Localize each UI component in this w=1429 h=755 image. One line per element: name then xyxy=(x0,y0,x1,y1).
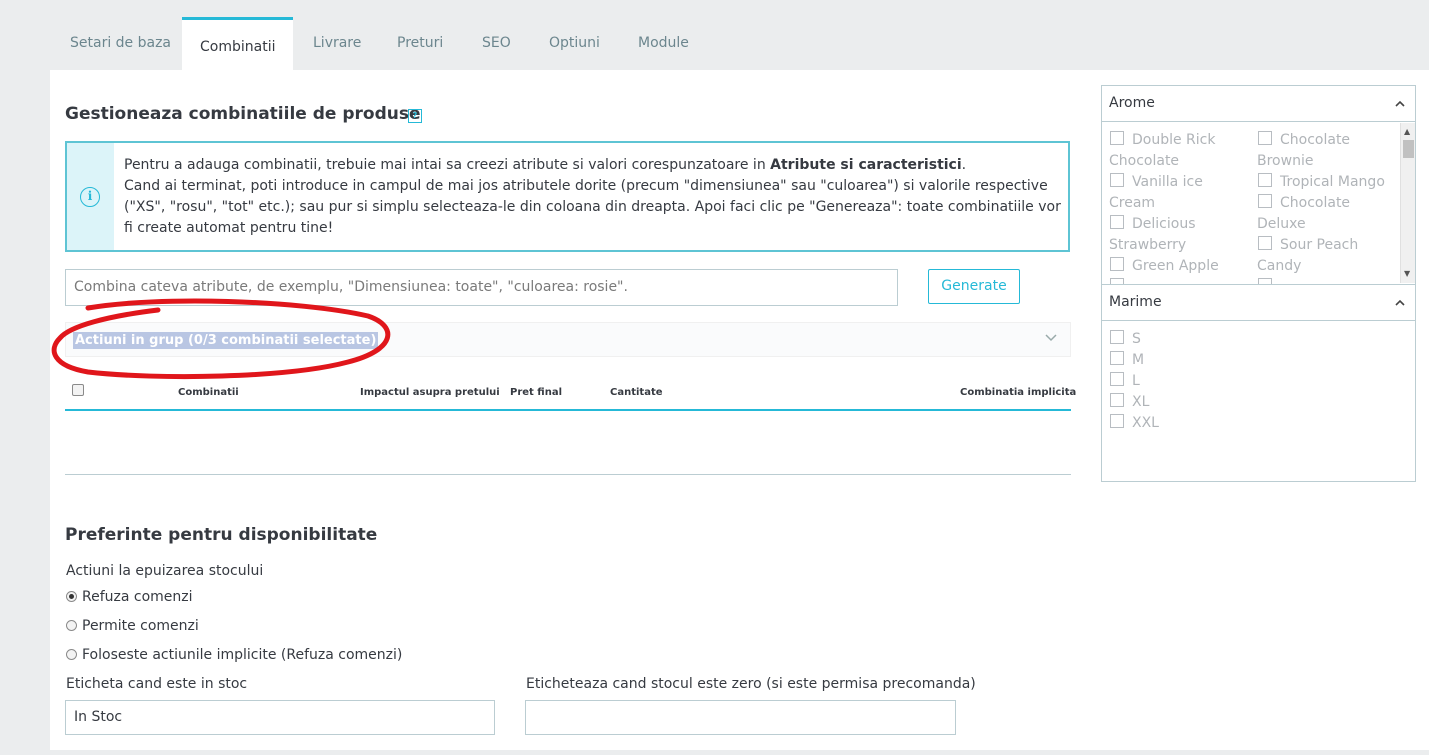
bulk-actions-bar[interactable]: Actiuni in grup (0/3 combinatii selectat… xyxy=(65,322,1071,357)
size-label-s: S xyxy=(1132,331,1141,347)
arome-checkbox[interactable] xyxy=(1258,173,1272,187)
radio-default-behavior[interactable] xyxy=(66,649,77,660)
alert-sidebar: i xyxy=(67,143,114,250)
bottom-strip xyxy=(0,750,1429,755)
arome-option-text: Chocolate xyxy=(1109,153,1180,169)
chevron-up-icon[interactable] xyxy=(1395,86,1405,121)
radio-deny-orders-label: Refuza comenzi xyxy=(82,589,193,605)
in-stock-input[interactable]: In Stoc xyxy=(65,700,495,735)
attribute-group-arome: Arome Double Rick Chocolate Vanilla ice … xyxy=(1101,85,1416,285)
combinations-input[interactable]: Combina cateva atribute, de exemplu, "Di… xyxy=(65,269,898,306)
bulk-actions-label: Actiuni in grup (0/3 combinatii selectat… xyxy=(73,332,379,349)
info-icon: i xyxy=(80,187,100,207)
th-combinations: Combinatii xyxy=(178,387,239,398)
arome-option-text: Deluxe xyxy=(1257,216,1306,232)
th-price-impact: Impactul asupra pretului xyxy=(360,387,500,398)
tab-setari-de-baza[interactable]: Setari de baza xyxy=(52,17,189,70)
tab-seo[interactable]: SEO xyxy=(464,17,529,70)
arome-checkbox[interactable] xyxy=(1110,257,1124,271)
size-checkbox-xl[interactable] xyxy=(1110,393,1124,407)
size-label-xl: XL xyxy=(1132,394,1150,410)
tab-preturi[interactable]: Preturi xyxy=(379,17,461,70)
arome-header[interactable]: Arome xyxy=(1102,86,1415,122)
arome-checkbox[interactable] xyxy=(1110,173,1124,187)
in-stock-label: Eticheta cand este in stoc xyxy=(66,676,248,692)
product-tabs: Setari de baza Combinatii Livrare Pretur… xyxy=(0,0,1429,70)
info-line1-prefix: Pentru a adauga combinatii, trebuie mai … xyxy=(124,157,771,173)
arome-option-text: Double Rick xyxy=(1132,132,1216,148)
arome-option-text: Strawberry xyxy=(1109,237,1187,253)
info-line2: Cand ai terminat, poti introduce in camp… xyxy=(124,178,1061,236)
zero-stock-input[interactable] xyxy=(525,700,956,735)
arome-checkbox[interactable] xyxy=(1258,194,1272,208)
marime-title: Marime xyxy=(1109,294,1162,310)
info-alert: i Pentru a adauga combinatii, trebuie ma… xyxy=(65,141,1070,252)
info-text: Pentru a adauga combinatii, trebuie mai … xyxy=(124,155,1064,239)
attributes-link[interactable]: Atribute si caracteristici xyxy=(770,157,962,173)
size-label-xxl: XXL xyxy=(1132,415,1159,431)
out-of-stock-label: Actiuni la epuizarea stocului xyxy=(66,563,264,579)
radio-allow-orders[interactable] xyxy=(66,620,77,631)
th-default: Combinatia implicita xyxy=(960,387,1077,398)
zero-stock-label: Eticheteaza cand stocul este zero (si es… xyxy=(526,676,976,692)
combinations-title: Gestioneaza combinatiile de produse xyxy=(65,104,421,124)
arome-title: Arome xyxy=(1109,95,1155,111)
arome-option-text: Tropical Mango xyxy=(1280,174,1385,190)
info-line1-suffix: . xyxy=(961,157,967,173)
th-final-price: Pret final xyxy=(510,387,563,398)
chevron-up-icon[interactable] xyxy=(1395,285,1405,320)
radio-deny-orders[interactable] xyxy=(66,591,77,602)
arome-option-text: Chocolate xyxy=(1280,195,1351,211)
arome-option-text: Cream xyxy=(1109,195,1156,211)
arome-checkbox[interactable] xyxy=(1258,131,1272,145)
marime-header[interactable]: Marime xyxy=(1102,285,1415,321)
size-checkbox-m[interactable] xyxy=(1110,351,1124,365)
th-quantity: Cantitate xyxy=(610,387,663,398)
arome-checkbox[interactable] xyxy=(1110,215,1124,229)
select-all-checkbox[interactable] xyxy=(72,384,84,396)
arome-option-text: Green Apple xyxy=(1132,258,1219,274)
arome-checkbox[interactable] xyxy=(1258,236,1272,250)
tab-optiuni[interactable]: Optiuni xyxy=(531,17,618,70)
tab-module[interactable]: Module xyxy=(620,17,707,70)
section-divider xyxy=(65,474,1071,475)
size-checkbox-l[interactable] xyxy=(1110,372,1124,386)
help-icon[interactable]: ? xyxy=(408,109,422,123)
arome-option-text: Vanilla ice xyxy=(1132,174,1203,190)
arome-option-text: Brownie xyxy=(1257,153,1314,169)
radio-allow-orders-label: Permite comenzi xyxy=(82,618,199,634)
arome-checkbox[interactable] xyxy=(1110,131,1124,145)
generate-button[interactable]: Generate xyxy=(928,269,1020,304)
size-label-m: M xyxy=(1132,352,1145,368)
attribute-group-marime: Marime S M L XL XXL xyxy=(1101,284,1416,482)
size-checkbox-xxl[interactable] xyxy=(1110,414,1124,428)
tab-combinatii[interactable]: Combinatii xyxy=(182,17,293,70)
tab-livrare[interactable]: Livrare xyxy=(295,17,379,70)
arome-option-text: Sour Peach xyxy=(1280,237,1359,253)
radio-default-behavior-label: Foloseste actiunile implicite (Refuza co… xyxy=(82,647,403,663)
arome-option-text: Chocolate xyxy=(1280,132,1351,148)
arome-option-text: Candy xyxy=(1257,258,1302,274)
size-checkbox-s[interactable] xyxy=(1110,330,1124,344)
arome-option-text: Delicious xyxy=(1132,216,1196,232)
scrollbar-thumb[interactable] xyxy=(1403,140,1414,158)
arome-scrollbar[interactable]: ▲ ▼ xyxy=(1400,123,1415,283)
chevron-down-icon[interactable] xyxy=(1044,330,1058,348)
availability-title: Preferinte pentru disponibilitate xyxy=(65,525,378,545)
table-header-line xyxy=(65,409,1071,411)
size-label-l: L xyxy=(1132,373,1140,389)
